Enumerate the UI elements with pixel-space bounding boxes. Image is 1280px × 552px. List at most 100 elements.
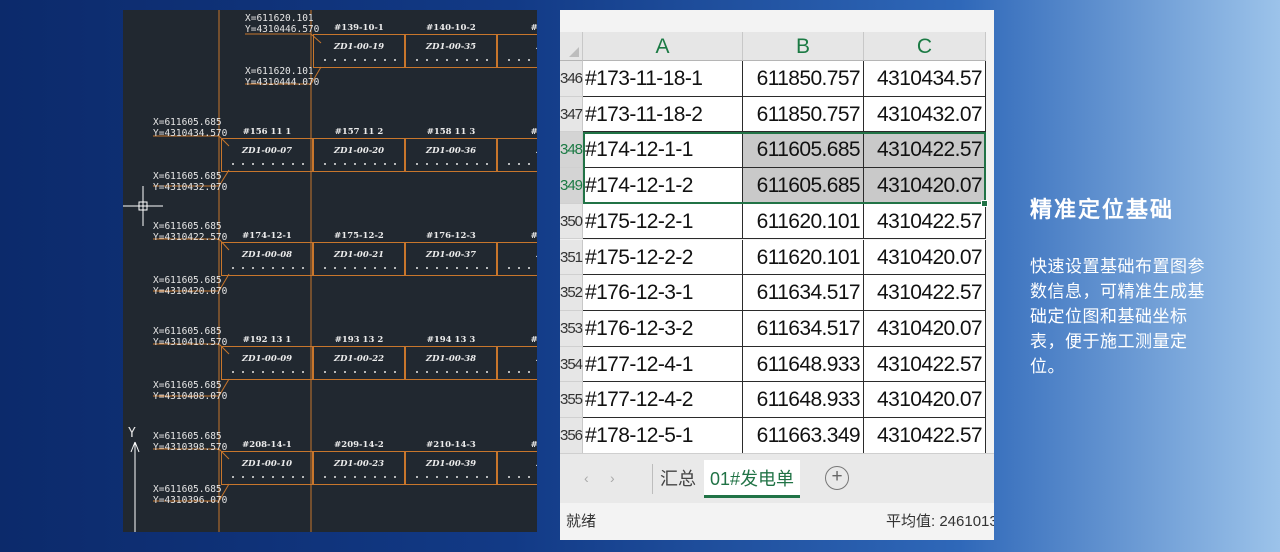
foundation-code: ZD1-00-39 — [425, 459, 477, 469]
foundation-tag: #194 13 3 — [426, 335, 476, 345]
cell-b[interactable]: 611634.517 — [743, 275, 864, 311]
row-number[interactable]: 347 — [560, 96, 583, 133]
foundation-box[interactable]: #176-12-3 ZD1-00-37 — [405, 231, 497, 276]
foundation-box[interactable]: #156 11 1 ZD1-00-07 — [221, 127, 313, 172]
coord-y: Y=4310444.070 — [245, 77, 320, 88]
cell-c[interactable]: 4310422.57 — [864, 275, 986, 311]
cell-a[interactable]: #176-12-3-2 — [583, 310, 743, 347]
foundation-tag: #211 — [530, 440, 537, 450]
column-header-a[interactable]: A — [583, 32, 743, 61]
row-number[interactable]: 356 — [560, 418, 583, 454]
foundation-box[interactable]: #211 ZD — [497, 440, 537, 485]
foundation-box[interactable]: #175-12-2 ZD1-00-21 — [313, 231, 405, 276]
foundation-box[interactable]: #209-14-2 ZD1-00-23 — [313, 440, 405, 485]
coord-label: X=611605.685 Y=4310396.070 — [153, 484, 227, 506]
anchor-bolt-dots — [320, 476, 398, 478]
cell-c[interactable]: 4310422.57 — [864, 203, 986, 240]
coord-x: X=611605.685 — [153, 380, 222, 391]
cell-c[interactable]: 4310432.07 — [864, 96, 986, 133]
coord-x: X=611605.685 — [153, 275, 222, 286]
cell-b[interactable]: 611620.101 — [743, 203, 864, 240]
cell-c[interactable]: 4310420.07 — [864, 168, 986, 204]
foundation-code: ZD1-00-19 — [333, 42, 385, 52]
cell-a[interactable]: #175-12-2-2 — [583, 239, 743, 276]
foundation-box[interactable]: #158 11 3 ZD1-00-36 — [405, 127, 497, 172]
table-row: 351 #175-12-2-2 611620.101 4310420.07 — [560, 239, 986, 276]
row-number[interactable]: 346 — [560, 61, 583, 97]
cell-c[interactable]: 4310420.07 — [864, 382, 986, 418]
cad-drawing-panel[interactable]: X=611620.101 Y=4310446.570 X=611620.101 … — [123, 10, 537, 532]
anchor-bolt-dots — [412, 59, 490, 61]
add-sheet-icon[interactable]: + — [825, 466, 849, 490]
row-number[interactable]: 353 — [560, 310, 583, 347]
row-number[interactable]: 352 — [560, 275, 583, 311]
foundation-box[interactable]: #177 ZD — [497, 231, 537, 276]
foundation-box[interactable]: #192 13 1 ZD1-00-09 — [221, 335, 313, 380]
anchor-bolt-dots — [228, 371, 306, 373]
foundation-tag: #208-14-1 — [242, 440, 292, 450]
row-number[interactable]: 351 — [560, 239, 583, 276]
sheet-nav-next-icon[interactable]: › — [610, 470, 615, 486]
select-all-corner[interactable] — [560, 32, 583, 61]
column-header-c[interactable]: C — [864, 32, 986, 61]
tab-summary[interactable]: 汇总 — [660, 460, 696, 498]
anchor-bolt-dots — [504, 371, 537, 373]
foundation-tag: #157 11 2 — [334, 127, 384, 137]
cell-a[interactable]: #177-12-4-1 — [583, 346, 743, 383]
cell-b[interactable]: 611605.685 — [743, 132, 864, 169]
sheet-nav-prev-icon[interactable]: ‹ — [584, 470, 589, 486]
row-number[interactable]: 348 — [560, 132, 583, 169]
cell-c[interactable]: 4310422.57 — [864, 132, 986, 169]
foundation-box[interactable]: #195 ZD — [497, 335, 537, 380]
cell-c[interactable]: 4310420.07 — [864, 310, 986, 347]
cell-a[interactable]: #173-11-18-1 — [583, 61, 743, 97]
cell-a[interactable]: #177-12-4-2 — [583, 382, 743, 418]
foundation-box[interactable]: #139-10-1 ZD1-00-19 — [313, 23, 405, 68]
cell-c[interactable]: 4310422.57 — [864, 346, 986, 383]
fill-handle[interactable] — [981, 200, 988, 207]
anchor-bolt-dots — [412, 163, 490, 165]
foundation-box[interactable]: #157 11 2 ZD1-00-20 — [313, 127, 405, 172]
cell-c[interactable]: 4310434.57 — [864, 61, 986, 97]
cell-b[interactable]: 611605.685 — [743, 168, 864, 204]
foundation-box[interactable]: #210-14-3 ZD1-00-39 — [405, 440, 497, 485]
cell-b[interactable]: 611663.349 — [743, 418, 864, 454]
foundation-tag: #158 11 3 — [426, 127, 476, 137]
cell-c[interactable]: 4310422.57 — [864, 418, 986, 454]
anchor-bolt-dots — [412, 267, 490, 269]
row-number[interactable]: 350 — [560, 203, 583, 240]
cell-b[interactable]: 611850.757 — [743, 61, 864, 97]
cell-b[interactable]: 611634.517 — [743, 310, 864, 347]
anchor-bolt-dots — [320, 371, 398, 373]
cell-b[interactable]: 611850.757 — [743, 96, 864, 133]
cell-b[interactable]: 611620.101 — [743, 239, 864, 276]
coord-label: X=611605.685 Y=4310408.070 — [153, 380, 227, 402]
foundation-code: ZD1-00-37 — [425, 250, 477, 260]
foundation-box[interactable]: #193 13 2 ZD1-00-22 — [313, 335, 405, 380]
cell-grid: 346 #173-11-18-1 611850.757 4310434.57 3… — [560, 61, 988, 454]
row-number[interactable]: 354 — [560, 346, 583, 383]
cell-b[interactable]: 611648.933 — [743, 346, 864, 383]
cell-a[interactable]: #176-12-3-1 — [583, 275, 743, 311]
cell-a[interactable]: #173-11-18-2 — [583, 96, 743, 133]
cell-c[interactable]: 4310420.07 — [864, 239, 986, 276]
foundation-box[interactable]: #194 13 3 ZD1-00-38 — [405, 335, 497, 380]
cell-b[interactable]: 611648.933 — [743, 382, 864, 418]
cell-a[interactable]: #178-12-5-1 — [583, 418, 743, 454]
foundation-box[interactable]: #174-12-1 ZD1-00-08 — [221, 231, 313, 276]
cell-a[interactable]: #174-12-1-2 — [583, 168, 743, 204]
foundation-box[interactable]: #141 ZD — [497, 23, 537, 68]
foundation-box[interactable]: #159 ZD — [497, 127, 537, 172]
row-number[interactable]: 355 — [560, 382, 583, 418]
status-average: 平均值: 2461013.503 — [886, 513, 994, 530]
row-number[interactable]: 349 — [560, 168, 583, 204]
cell-a[interactable]: #175-12-2-1 — [583, 203, 743, 240]
tab-power-unit-01[interactable]: 01#发电单元 — [704, 460, 800, 527]
column-header-b[interactable]: B — [743, 32, 864, 61]
foundation-box[interactable]: #208-14-1 ZD1-00-10 — [221, 440, 313, 485]
status-ready: 就绪 — [566, 513, 597, 530]
foundation-box[interactable]: #140-10-2 ZD1-00-35 — [405, 23, 497, 68]
foundation-tag: #156 11 1 — [242, 127, 292, 137]
foundation-tag: #209-14-2 — [334, 440, 384, 450]
cell-a[interactable]: #174-12-1-1 — [583, 132, 743, 169]
